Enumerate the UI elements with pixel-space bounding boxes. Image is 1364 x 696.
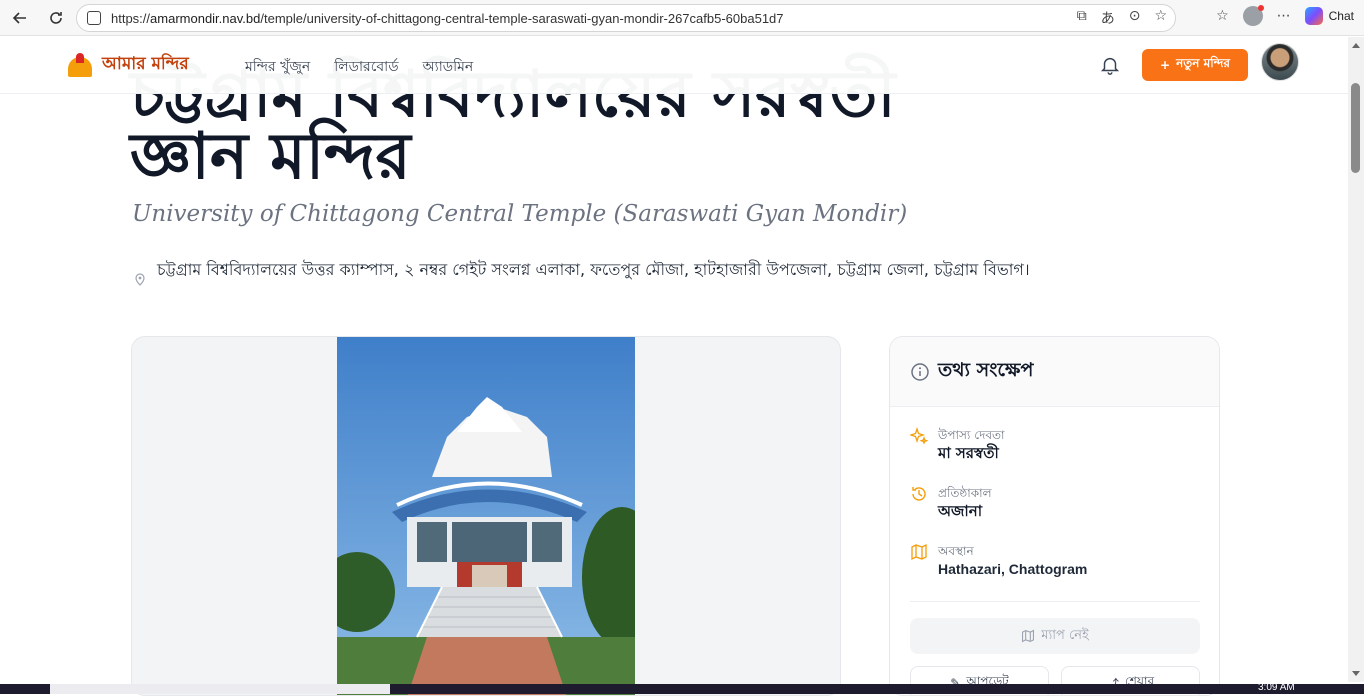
address-bar[interactable]: https://amarmondir.nav.bd/temple/univers…: [76, 4, 1176, 32]
no-map-label: ম্যাপ নেই: [1041, 627, 1089, 643]
fact-value: Hathazari, Chattogram: [938, 561, 1088, 577]
scroll-down-icon[interactable]: [1352, 671, 1360, 676]
favorite-star-icon[interactable]: ☆: [1154, 8, 1167, 28]
map-pin-icon: [135, 273, 145, 286]
copilot-chat-button[interactable]: Chat: [1304, 7, 1354, 25]
map-icon: [1022, 629, 1035, 643]
main-nav: মন্দির খুঁজুন লিডারবোর্ড অ্যাডমিন: [245, 55, 473, 79]
fact-established: প্রতিষ্ঠাকাল অজানা: [910, 485, 992, 521]
menu-dots-icon[interactable]: ⋯: [1277, 8, 1291, 24]
scroll-up-icon[interactable]: [1352, 43, 1360, 48]
refresh-icon[interactable]: [44, 6, 68, 30]
page-title-line2: জ্ঞান মন্দির: [130, 120, 411, 194]
info-icon: [911, 362, 929, 381]
fact-location: অবস্থান Hathazari, Chattogram: [910, 543, 1087, 579]
plus-icon: +: [1160, 58, 1171, 72]
more-tools-icon[interactable]: ⊙: [1129, 8, 1141, 28]
address-block: চট্টগ্রাম বিশ্ববিদ্যালয়ের উত্তর ক্যাম্প…: [133, 258, 1033, 286]
fact-label: উপাস্য দেবতা: [938, 428, 1005, 442]
nav-admin[interactable]: অ্যাডমিন: [423, 55, 474, 79]
translate-icon[interactable]: あ: [1101, 8, 1115, 28]
browser-toolbar: https://amarmondir.nav.bd/temple/univers…: [0, 0, 1364, 36]
copilot-icon: [1304, 7, 1323, 25]
open-in-app-icon[interactable]: ⧉: [1077, 8, 1087, 28]
user-avatar[interactable]: [1261, 43, 1299, 81]
fact-deity: উপাস্য দেবতা মা সরস্বতী: [910, 427, 1005, 463]
history-icon: [912, 487, 926, 501]
taskbar-search[interactable]: [50, 684, 390, 694]
photo-gallery: [131, 336, 841, 696]
chat-label: Chat: [1328, 9, 1354, 23]
page-scrollbar[interactable]: [1348, 37, 1364, 682]
back-icon[interactable]: [8, 6, 32, 30]
notification-bell-icon[interactable]: [1099, 54, 1121, 76]
scrollbar-thumb[interactable]: [1351, 83, 1360, 173]
nav-find-temple[interactable]: মন্দির খুঁজুন: [245, 55, 310, 79]
fact-label: প্রতিষ্ঠাকাল: [938, 486, 992, 500]
info-card-title: তথ্য সংক্ষেপ: [938, 358, 1034, 381]
url-text[interactable]: https://amarmondir.nav.bd/temple/univers…: [111, 11, 784, 26]
info-card-header: তথ্য সংক্ষেপ: [890, 337, 1219, 407]
address-text: চট্টগ্রাম বিশ্ববিদ্যালয়ের উত্তর ক্যাম্প…: [157, 260, 1030, 279]
fact-label: অবস্থান: [938, 544, 974, 558]
logo-text: আমার মন্দির: [102, 54, 189, 74]
taskbar-clock: 3:09 AM: [1258, 682, 1295, 693]
divider: [910, 601, 1200, 602]
site-logo[interactable]: আমার মন্দির: [62, 51, 189, 79]
page-subtitle: University of Chittagong Central Temple …: [132, 201, 908, 227]
site-info-icon[interactable]: [87, 11, 101, 25]
no-map-button[interactable]: ম্যাপ নেই: [910, 618, 1200, 654]
fact-value: মা সরস্বতী: [938, 444, 999, 462]
nav-leaderboard[interactable]: লিডারবোর্ড: [334, 55, 398, 79]
site-header: আমার মন্দির মন্দির খুঁজুন লিডারবোর্ড অ্য…: [0, 37, 1348, 94]
favorites-icon[interactable]: ☆: [1216, 8, 1229, 24]
os-taskbar: 3:09 AM: [0, 682, 1364, 694]
sparkles-icon: [910, 427, 928, 445]
map-icon: [911, 543, 927, 561]
profile-icon[interactable]: [1242, 5, 1264, 26]
temple-logo-icon: [62, 53, 98, 77]
new-temple-label: নতুন মন্দির: [1176, 56, 1230, 70]
fact-value: অজানা: [938, 502, 983, 520]
new-temple-button[interactable]: + নতুন মন্দির: [1142, 49, 1248, 81]
temple-photo[interactable]: [337, 337, 635, 695]
info-summary-card: তথ্য সংক্ষেপ উপাস্য দেবতা মা সরস্বতী প্র…: [889, 336, 1220, 696]
